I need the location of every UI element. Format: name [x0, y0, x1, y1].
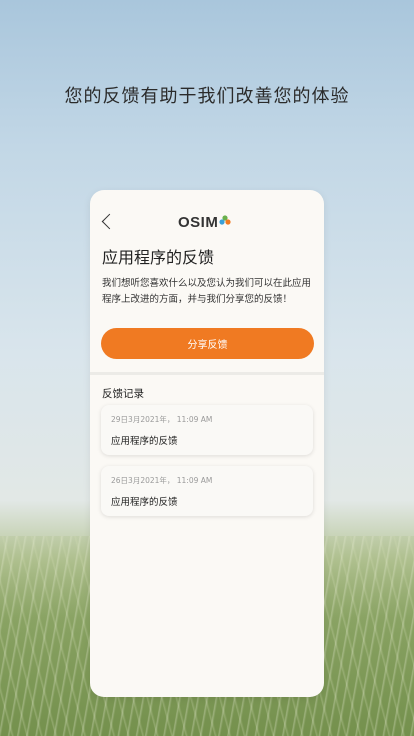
record-date: 29日3月2021年， 11:09 AM [111, 415, 213, 424]
page-title: 应用程序的反馈 [102, 248, 215, 267]
record-date: 26日3月2021年， 11:09 AM [111, 476, 213, 485]
record-name: 应用程序的反馈 [111, 497, 178, 508]
page-description: 我们想听您喜欢什么以及您认为我们可以在此应用程序上改进的方面，并与我们分享您的反… [102, 278, 312, 305]
phone-card: OSIM 应用程序的反馈 我们想听您喜欢什么以及您认为我们可以在此应用程序上改进… [90, 190, 324, 697]
chevron-left-icon[interactable] [101, 213, 118, 230]
feedback-record[interactable]: 26日3月2021年， 11:09 AM 应用程序的反馈 [101, 466, 313, 516]
section-divider [90, 372, 324, 375]
feedback-headline: 您的反馈有助于我们改善您的体验 [64, 86, 350, 107]
osim-flower-icon [219, 214, 231, 225]
feedback-record[interactable]: 29日3月2021年， 11:09 AM 应用程序的反馈 [101, 405, 313, 455]
logo-text: OSIM [178, 214, 219, 231]
records-title: 反馈记录 [102, 388, 144, 400]
osim-logo: OSIM [178, 214, 231, 231]
share-feedback-button[interactable]: 分享反馈 [101, 328, 314, 359]
top-bar: OSIM [90, 190, 324, 231]
record-name: 应用程序的反馈 [111, 436, 178, 447]
